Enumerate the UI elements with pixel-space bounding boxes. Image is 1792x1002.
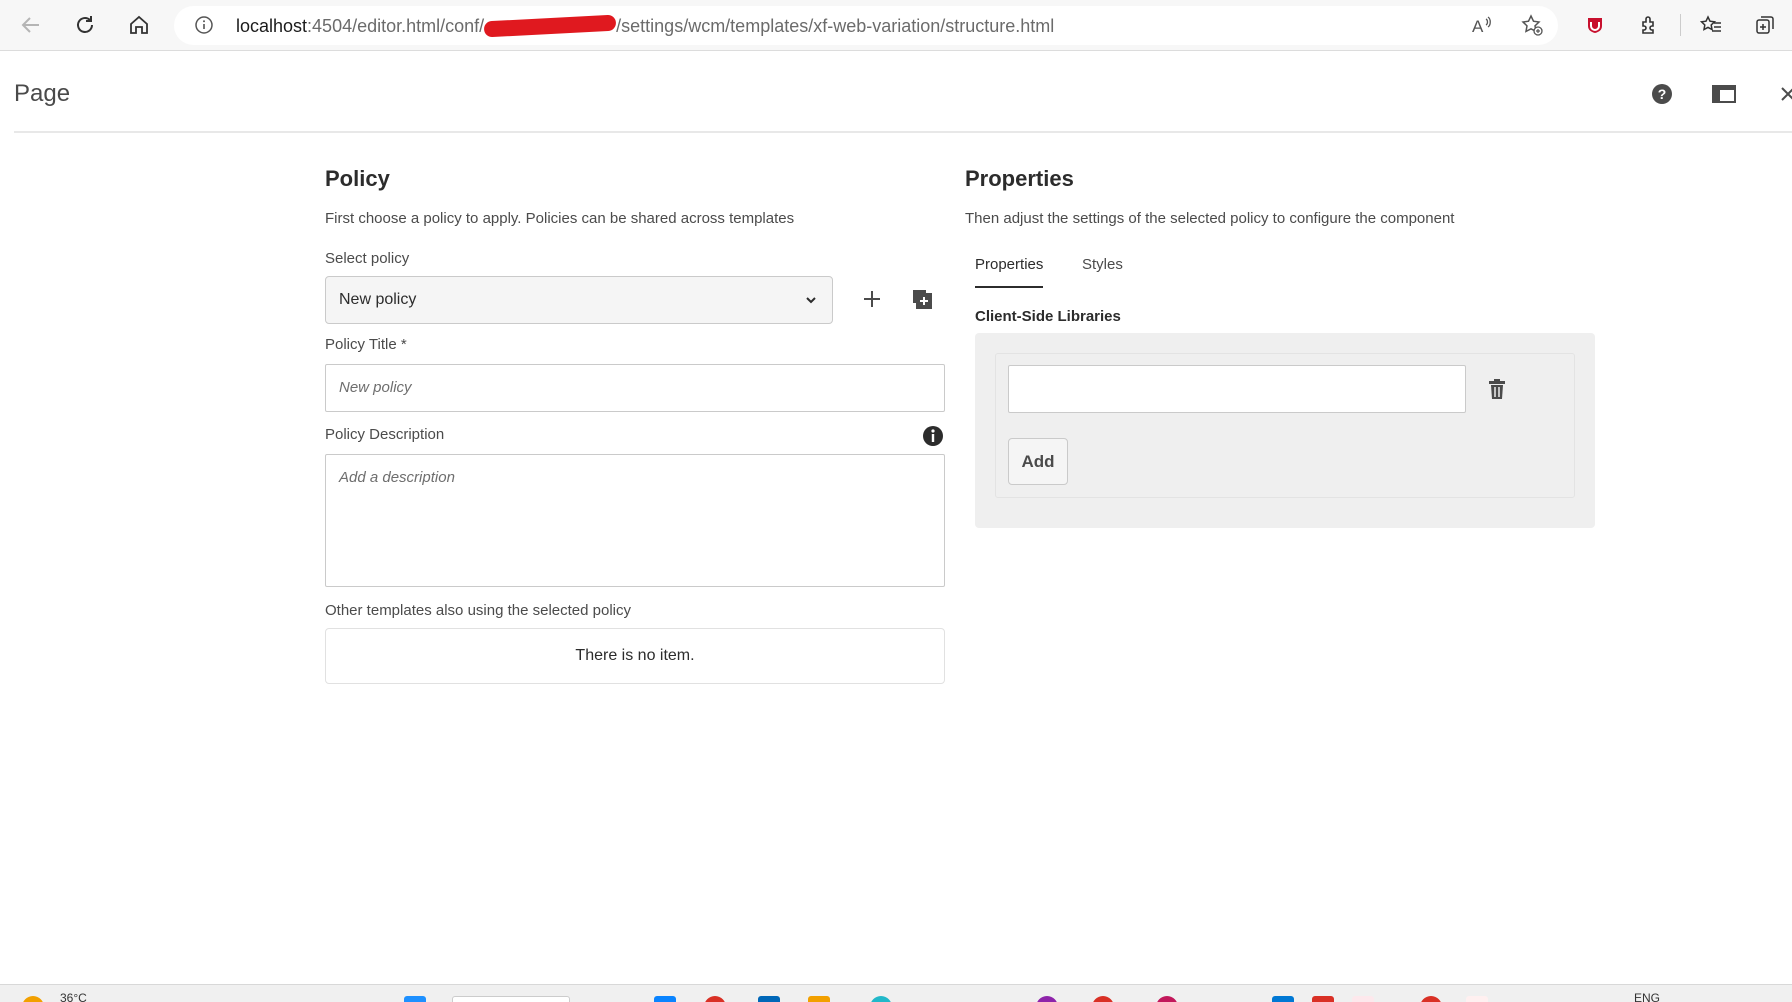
policy-description-text: First choose a policy to apply. Policies… — [325, 210, 795, 227]
svg-text:A: A — [1472, 17, 1484, 36]
extension-shield-icon[interactable] — [1580, 10, 1610, 40]
svg-text:?: ? — [1658, 86, 1667, 102]
selected-policy-value: New policy — [339, 291, 417, 308]
delete-lib-button[interactable] — [1484, 376, 1510, 402]
select-policy-label: Select policy — [325, 250, 410, 267]
taskbar-language[interactable]: ENG — [1634, 991, 1660, 1002]
browser-toolbar: localhost:4504/editor.html/conf/ /setting… — [0, 0, 1792, 51]
url-host: localhost — [236, 16, 308, 36]
plus-icon — [864, 291, 880, 307]
back-icon[interactable] — [16, 10, 46, 40]
url-path-after: /settings/wcm/templates/xf-web-variation… — [616, 16, 1055, 36]
properties-description-text: Then adjust the settings of the selected… — [965, 210, 1455, 227]
client-lib-input[interactable] — [1008, 365, 1466, 413]
taskbar-app-icon[interactable] — [704, 996, 726, 1002]
site-info-icon[interactable] — [194, 15, 214, 40]
policy-title-label: Policy Title * — [325, 336, 407, 353]
policy-description-textarea[interactable]: Add a description — [325, 454, 945, 587]
policy-heading: Policy — [325, 166, 390, 191]
refresh-icon[interactable] — [70, 10, 100, 40]
empty-list-text: There is no item. — [575, 647, 695, 664]
taskbar-app-icon[interactable] — [1036, 996, 1058, 1002]
taskbar-app-icon[interactable] — [1156, 996, 1178, 1002]
extensions-icon[interactable] — [1634, 10, 1664, 40]
address-bar[interactable]: localhost:4504/editor.html/conf/ /setting… — [174, 6, 1558, 45]
taskbar-app-icon[interactable] — [808, 996, 830, 1002]
policy-description-label: Policy Description — [325, 426, 445, 443]
page-title: Page — [14, 80, 71, 107]
taskbar-app-icon[interactable] — [1352, 996, 1374, 1002]
add-policy-button[interactable] — [857, 284, 887, 314]
taskbar-search-box[interactable] — [452, 996, 570, 1002]
trash-icon — [1489, 379, 1505, 399]
info-icon[interactable] — [922, 425, 944, 447]
url-text: localhost:4504/editor.html/conf/ /setting… — [236, 14, 1055, 38]
taskbar-app-icon[interactable] — [1420, 996, 1442, 1002]
policy-title-input[interactable]: New policy — [325, 364, 945, 412]
properties-heading: Properties — [965, 166, 1074, 191]
client-libs-panel: Add — [975, 333, 1595, 528]
home-icon[interactable] — [124, 10, 154, 40]
client-libs-multifield: Add — [995, 353, 1575, 498]
toolbar-separator — [1680, 14, 1681, 36]
taskbar-weather: 36°C — [60, 991, 87, 1002]
select-policy-dropdown[interactable]: New policy — [325, 276, 833, 324]
close-icon[interactable] — [1774, 80, 1792, 108]
duplicate-policy-button[interactable] — [907, 284, 937, 314]
client-libs-heading: Client-Side Libraries — [975, 308, 1121, 325]
taskbar-app-icon[interactable] — [870, 996, 892, 1002]
read-aloud-icon[interactable]: A — [1470, 13, 1494, 42]
taskbar-app-icon[interactable] — [758, 996, 780, 1002]
os-taskbar: 36°C ENG — [0, 984, 1792, 1002]
active-tab-indicator — [975, 286, 1043, 288]
favorites-icon[interactable] — [1696, 10, 1726, 40]
weather-icon — [22, 996, 44, 1002]
chevron-down-icon — [804, 293, 818, 312]
help-icon[interactable]: ? — [1648, 80, 1676, 108]
add-lib-button[interactable]: Add — [1008, 438, 1068, 485]
duplicate-icon — [913, 290, 932, 309]
taskbar-app-icon[interactable] — [1312, 996, 1334, 1002]
policy-title-placeholder: New policy — [339, 379, 412, 396]
taskbar-app-icon[interactable] — [1466, 996, 1488, 1002]
policy-description-placeholder: Add a description — [339, 469, 455, 486]
start-icon[interactable] — [404, 996, 426, 1002]
taskbar-app-icon[interactable] — [1092, 996, 1114, 1002]
tab-properties[interactable]: Properties — [975, 256, 1043, 273]
redaction-mark — [483, 14, 617, 38]
taskbar-app-icon[interactable] — [1272, 996, 1294, 1002]
url-path-before: :4504/editor.html/conf/ — [307, 16, 485, 36]
favorite-add-icon[interactable] — [1520, 13, 1544, 42]
collections-icon[interactable] — [1750, 10, 1780, 40]
other-templates-list: There is no item. — [325, 628, 945, 684]
page-header: Page ? — [14, 52, 1792, 133]
taskbar-app-icon[interactable] — [654, 996, 676, 1002]
other-templates-label: Other templates also using the selected … — [325, 602, 631, 619]
side-panel-icon[interactable] — [1710, 80, 1738, 108]
tab-styles[interactable]: Styles — [1082, 256, 1123, 273]
